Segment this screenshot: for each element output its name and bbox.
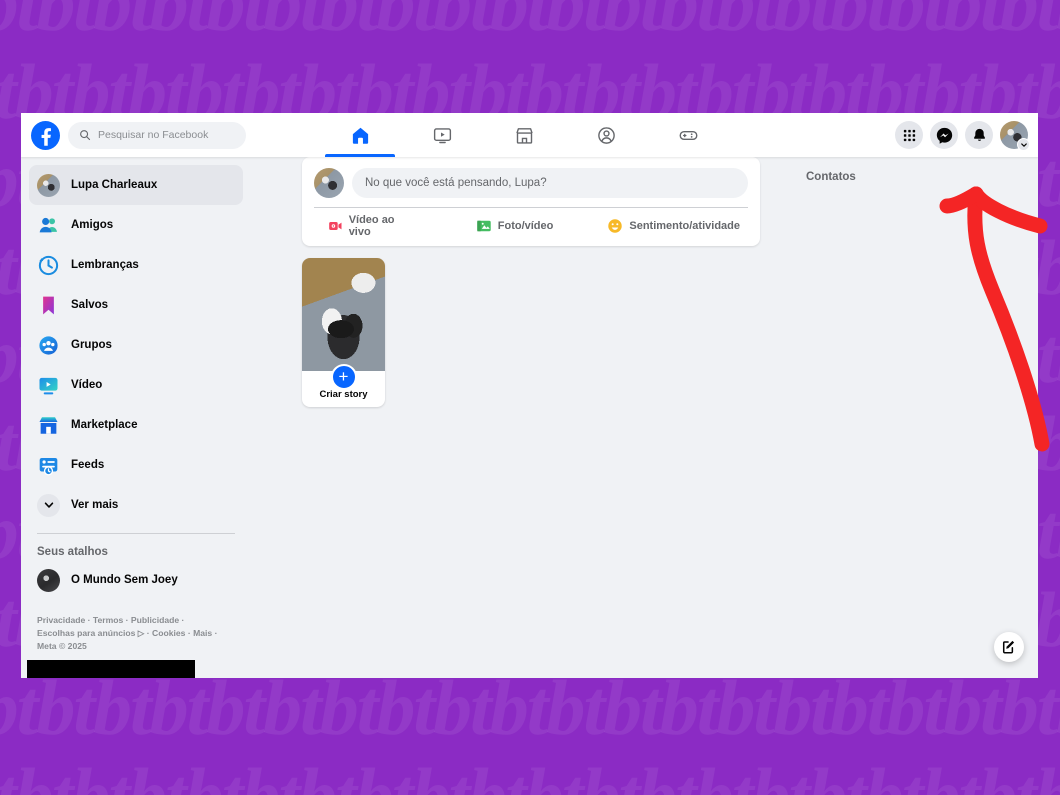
topbar-actions: [895, 113, 1030, 157]
sidebar-item-marketplace[interactable]: Marketplace: [29, 405, 243, 445]
feeling-activity-label: Sentimento/atividade: [629, 220, 740, 232]
search-input[interactable]: Pesquisar no Facebook: [68, 121, 246, 149]
stories-tray: + Criar story: [302, 258, 532, 407]
post-composer: No que você está pensando, Lupa? Vídeo a…: [302, 157, 760, 246]
chevron-down-icon: [37, 493, 60, 517]
tab-home[interactable]: [319, 113, 401, 157]
groups-icon: [597, 126, 615, 144]
messenger-button[interactable]: [930, 121, 958, 149]
sidebar-item-profile[interactable]: Lupa Charleaux: [29, 165, 243, 205]
sidebar-item-label: Feeds: [71, 459, 105, 471]
shortcuts-heading: Seus atalhos: [37, 546, 108, 558]
create-story-label: Criar story: [319, 389, 368, 400]
left-sidebar: Lupa Charleaux Amigos Lembranças Salvos …: [21, 157, 251, 678]
sidebar-item-salvos[interactable]: Salvos: [29, 285, 243, 325]
contacts-heading: Contatos: [806, 171, 856, 183]
sidebar-item-ver-mais[interactable]: Ver mais: [29, 485, 243, 525]
facebook-logo-icon[interactable]: [31, 120, 60, 150]
composer-input[interactable]: No que você está pensando, Lupa?: [352, 168, 748, 198]
sidebar-item-grupos[interactable]: Grupos: [29, 325, 243, 365]
footer-line-1[interactable]: Privacidade · Termos · Publicidade ·: [37, 614, 235, 627]
redaction-bar: [27, 660, 195, 678]
photo-video-icon: [477, 220, 491, 232]
home-icon: [352, 127, 368, 144]
grid-menu-icon: [903, 129, 915, 141]
story-thumbnail: [302, 258, 385, 371]
sidebar-item-lembrancas[interactable]: Lembranças: [29, 245, 243, 285]
topbar-tabs: [319, 113, 729, 157]
tab-video[interactable]: [401, 113, 483, 157]
composer-row: No que você está pensando, Lupa?: [314, 168, 748, 198]
search-placeholder: Pesquisar no Facebook: [98, 129, 209, 141]
feeling-icon: [608, 219, 623, 233]
browser-window: Pesquisar no Facebook Lupa Charleaux Ami…: [21, 113, 1038, 678]
marketplace-icon: [37, 414, 60, 437]
tab-gaming[interactable]: [647, 113, 729, 157]
sidebar-item-label: Lembranças: [71, 259, 139, 271]
photo-video-button[interactable]: Foto/vídeo: [468, 218, 562, 234]
notifications-button[interactable]: [965, 121, 993, 149]
new-message-button[interactable]: [994, 632, 1024, 662]
main-feed: No que você está pensando, Lupa? Vídeo a…: [302, 157, 760, 407]
friends-icon: [37, 214, 60, 237]
gaming-icon: [679, 130, 697, 140]
sidebar-item-label: Grupos: [71, 339, 112, 351]
shortcut-label: O Mundo Sem Joey: [71, 574, 178, 586]
create-story-card[interactable]: + Criar story: [302, 258, 385, 407]
grid-menu-button[interactable]: [895, 121, 923, 149]
groups-icon: [37, 334, 60, 357]
composer-avatar[interactable]: [314, 168, 344, 198]
feeling-activity-button[interactable]: Sentimento/atividade: [599, 218, 748, 234]
contacts-panel: Contatos: [796, 157, 1022, 197]
sidebar-item-label: Vídeo: [71, 379, 103, 391]
sidebar-item-video[interactable]: Vídeo: [29, 365, 243, 405]
sidebar-item-label: Salvos: [71, 299, 109, 311]
feeds-icon: [37, 454, 60, 477]
tab-marketplace[interactable]: [483, 113, 565, 157]
sidebar-item-label: Marketplace: [71, 419, 138, 431]
profile-avatar[interactable]: [1000, 121, 1030, 151]
chevron-down-icon: [1020, 142, 1027, 147]
live-video-icon: [329, 222, 342, 230]
account-chevron-badge[interactable]: [1017, 138, 1030, 151]
compose-icon: [1002, 640, 1015, 654]
facebook-f-glyph: [41, 128, 51, 146]
tab-groups[interactable]: [565, 113, 647, 157]
sidebar-item-feeds[interactable]: Feeds: [29, 445, 243, 485]
video-icon: [433, 127, 451, 143]
photo-video-label: Foto/vídeo: [497, 220, 554, 232]
top-navigation-bar: Pesquisar no Facebook: [21, 113, 1038, 157]
composer-actions: Vídeo ao vivo Foto/vídeo Sentimento/ativ…: [314, 208, 748, 244]
topbar-left-group: Pesquisar no Facebook: [21, 120, 246, 150]
footer-line-3: Meta © 2025: [37, 641, 87, 651]
sidebar-item-label: Ver mais: [71, 499, 119, 511]
sidebar-item-amigos[interactable]: Amigos: [29, 205, 243, 245]
live-video-button[interactable]: Vídeo ao vivo: [320, 214, 422, 238]
memories-icon: [37, 254, 60, 277]
sidebar-item-label: Lupa Charleaux: [71, 179, 158, 191]
page-avatar-icon: [37, 568, 60, 592]
saved-icon: [37, 294, 60, 317]
profile-avatar-icon: [37, 173, 60, 197]
sidebar-item-label: Amigos: [71, 219, 114, 231]
bell-icon: [973, 128, 985, 141]
live-video-label: Vídeo ao vivo: [348, 214, 395, 238]
search-icon: [80, 130, 91, 141]
footer-line-2[interactable]: Escolhas para anúncios ▷ · Cookies · Mai…: [37, 627, 235, 640]
video-icon: [37, 374, 60, 397]
shortcut-item[interactable]: O Mundo Sem Joey: [29, 560, 243, 600]
messenger-icon: [936, 127, 952, 144]
sidebar-footer: Privacidade · Termos · Publicidade · Esc…: [29, 600, 243, 653]
marketplace-icon: [515, 127, 533, 144]
plus-icon: +: [330, 364, 357, 390]
